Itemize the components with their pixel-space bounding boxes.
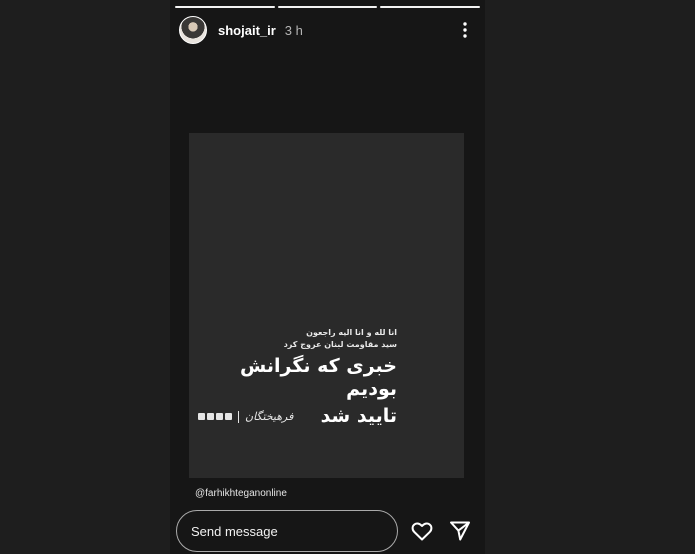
more-vertical-icon [463,22,467,38]
card-brand: فرهیختگان [198,410,293,423]
instagram-icon [216,413,223,420]
heart-icon [411,522,433,541]
more-options-button[interactable] [455,18,475,42]
progress-segment [175,6,275,8]
send-message-input[interactable]: Send message [176,510,398,552]
mention-sticker[interactable]: @farhikhteganonline [195,488,287,499]
story-time: 3 h [284,22,303,38]
username[interactable]: shojait_ir [218,23,276,38]
progress-segment [277,6,378,8]
story-header: shojait_ir 3 h [179,15,475,45]
share-button[interactable] [448,519,472,543]
story-footer: Send message [176,510,481,552]
progress-segment-current [380,6,481,8]
telegram-icon [225,413,232,420]
social-icons [198,413,232,420]
like-button[interactable] [410,519,434,543]
x-icon [198,413,205,420]
story-image-card: انا لله و انا الیه راجعون سید مقاومت لبن… [189,133,464,478]
card-title-line-1: خبری که نگرانش بودیم [240,355,397,400]
card-subtitle-line-2: سید مقاومت لبنان عروج کرد [283,340,397,349]
youtube-icon [207,413,214,420]
brand-logo: فرهیختگان [245,410,294,423]
card-subtitle-line-1: انا لله و انا الیه راجعون [306,328,397,337]
story-viewer[interactable]: shojait_ir 3 h انا لله و انا الیه راجعون… [170,0,485,554]
story-progress-bar [175,6,481,8]
avatar[interactable] [179,16,207,44]
brand-divider [238,410,239,423]
send-icon [450,521,470,541]
